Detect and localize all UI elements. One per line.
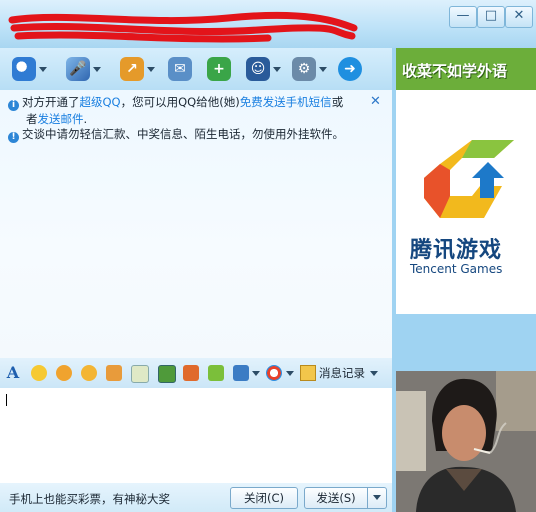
free-sms-link[interactable]: 免费发送手机短信 [240, 95, 332, 109]
send-file-button[interactable]: ↗ [120, 56, 155, 82]
chevron-down-icon[interactable] [147, 66, 155, 72]
soso-search-icon[interactable] [266, 365, 282, 381]
minimize-button[interactable]: — [449, 6, 477, 28]
app-settings-button[interactable]: ⚙ [292, 56, 327, 82]
app-settings-icon: ⚙ [292, 57, 316, 81]
chevron-down-icon[interactable] [252, 371, 260, 376]
send-button[interactable]: 发送(S) [304, 487, 368, 509]
text-caret [6, 394, 7, 406]
shield-icon: ! [8, 132, 19, 143]
share-button[interactable]: ➜ [338, 56, 362, 82]
chat-toolbar: 🎤 ↗ ✉ + ☺ ⚙ ➜ [0, 48, 392, 90]
funny-emoji-icon[interactable] [81, 365, 97, 381]
notice-text: 者 [26, 112, 38, 126]
handwriting-icon[interactable] [131, 365, 149, 383]
security-notice: ! 交谈中请勿轻信汇款、中奖信息、陌生电话，勿使用外挂软件。 [8, 126, 378, 143]
redacted-title-scribble [8, 11, 358, 43]
chevron-down-icon [373, 495, 381, 500]
remote-assist-icon: ☺ [246, 57, 270, 81]
notice-text: 对方开通了 [22, 95, 80, 109]
tencent-games-ad[interactable]: 腾讯游戏 Tencent Games [396, 90, 536, 314]
create-group-button[interactable]: + [207, 56, 231, 82]
nudge-icon[interactable] [106, 365, 122, 381]
chevron-down-icon[interactable] [39, 66, 47, 72]
tencent-games-logo [424, 140, 514, 218]
ad-banner[interactable]: 收菜不如学外语 [396, 48, 536, 90]
microphone-icon: 🎤 [66, 57, 90, 81]
send-file-icon: ↗ [120, 57, 144, 81]
maximize-button[interactable]: □ [477, 6, 505, 28]
format-toolbar: A 消息记录 [0, 358, 392, 388]
lottery-tip-link[interactable]: 手机上也能买彩票，有神秘大奖 [9, 491, 170, 507]
superqq-notice: i 对方开通了超级QQ，您可以用QQ给他(她)免费发送手机短信或 者发送邮件. [8, 94, 378, 127]
send-options-button[interactable] [367, 487, 387, 509]
share-icon: ➜ [338, 57, 362, 81]
emoji-icon[interactable] [31, 365, 47, 381]
video-call-button[interactable] [12, 56, 47, 82]
super-qq-link[interactable]: 超级QQ [80, 95, 121, 109]
bottom-bar: 手机上也能买彩票，有神秘大奖 关闭(C) 发送(S) [0, 483, 392, 512]
chevron-down-icon[interactable] [93, 66, 101, 72]
notice-text: 或 [331, 95, 344, 109]
ad-logo-english: Tencent Games [410, 262, 503, 276]
chevron-down-icon[interactable] [370, 370, 378, 376]
chevron-down-icon[interactable] [319, 66, 327, 72]
font-icon[interactable]: A [5, 365, 21, 381]
history-label: 消息记录 [319, 366, 365, 380]
notice-text: 交谈中请勿轻信汇款、中奖信息、陌生电话，勿使用外挂软件。 [22, 127, 344, 141]
image-icon[interactable] [158, 365, 176, 383]
info-icon: i [8, 100, 19, 111]
close-window-button[interactable]: ✕ [505, 6, 533, 28]
message-input[interactable] [0, 388, 392, 483]
send-email-link[interactable]: 发送邮件 [38, 112, 84, 126]
close-chat-button[interactable]: 关闭(C) [230, 487, 298, 509]
title-bar: — □ ✕ [0, 0, 536, 48]
video-call-icon [12, 57, 36, 81]
notice-text: ，您可以用QQ给他(她) [120, 95, 240, 109]
chevron-down-icon[interactable] [286, 371, 294, 376]
voice-call-button[interactable]: 🎤 [66, 56, 101, 82]
ad-logo-chinese: 腾讯游戏 [410, 238, 503, 263]
ad-banner-text: 收菜不如学外语 [402, 62, 508, 80]
create-group-icon: + [207, 57, 231, 81]
sms-button[interactable]: ✉ [168, 56, 192, 82]
history-icon [300, 365, 316, 381]
screenshot-icon[interactable] [233, 365, 249, 381]
chevron-down-icon[interactable] [273, 66, 281, 72]
gift-icon[interactable] [183, 365, 199, 381]
notice-text: . [83, 112, 88, 126]
music-icon[interactable] [208, 365, 224, 381]
contact-photo [396, 371, 536, 512]
close-notice-icon[interactable]: ✕ [370, 94, 381, 109]
remote-assist-button[interactable]: ☺ [246, 56, 281, 82]
magic-emoji-icon[interactable] [56, 365, 72, 381]
message-history-button[interactable]: 消息记录 [300, 364, 378, 382]
sms-icon: ✉ [168, 57, 192, 81]
chat-history[interactable]: i 对方开通了超级QQ，您可以用QQ给他(她)免费发送手机短信或 者发送邮件. !… [0, 90, 392, 358]
man-photo-image [396, 371, 536, 512]
